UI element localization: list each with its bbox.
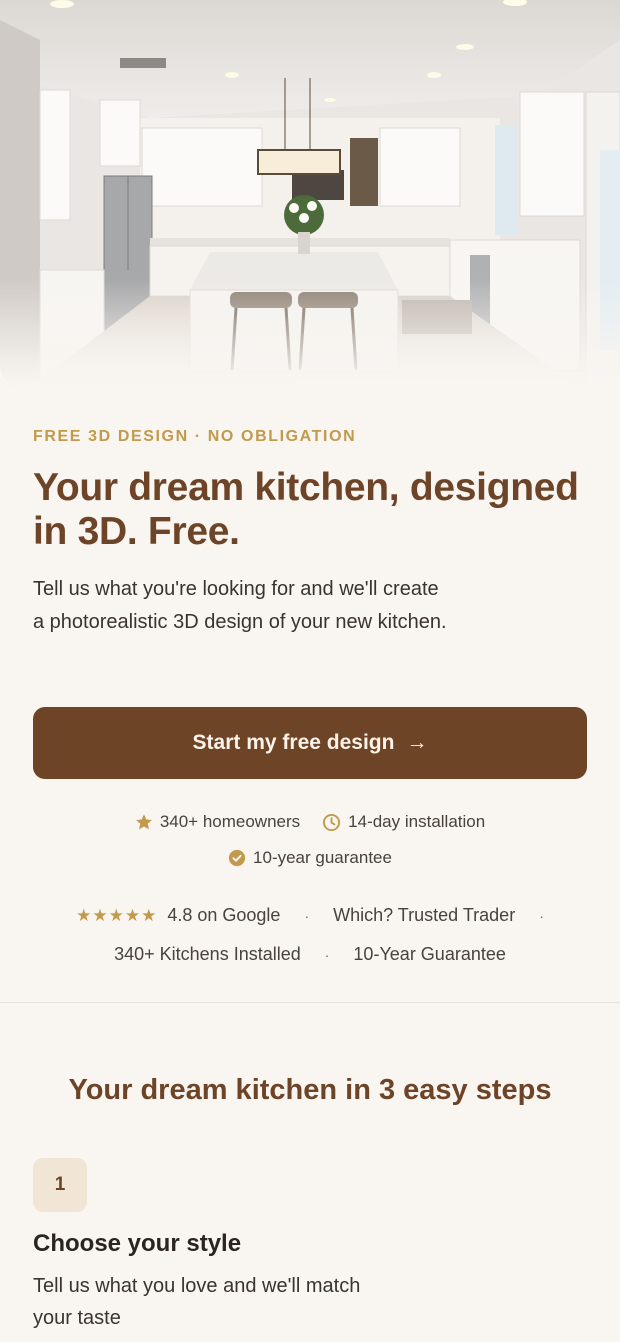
badge-label: 10-year guarantee	[253, 848, 392, 867]
check-circle-icon	[228, 849, 246, 867]
arrow-right-icon: →	[406, 731, 428, 754]
google-rating-text: 4.8 on Google	[167, 905, 281, 925]
step-number-badge: 1	[33, 1158, 87, 1212]
ten-year-guarantee: 10-Year Guarantee	[353, 944, 506, 964]
page-headline: Your dream kitchen, designed in 3D. Free…	[33, 466, 579, 553]
badges-row-1: 340+ homeowners 14-day installation	[0, 812, 620, 832]
badge-label: 340+ homeowners	[159, 812, 301, 831]
rating-stars-icon: ★★★★★	[76, 905, 158, 925]
badge-installation: 14-day installation	[322, 812, 485, 832]
badge-homeowners: 340+ homeowners	[135, 812, 300, 832]
kitchens-installed: 340+ Kitchens Installed	[114, 944, 301, 964]
which-trusted-trader: Which? Trusted Trader	[333, 905, 516, 925]
eyebrow-text: FREE 3D DESIGN · NO OBLIGATION	[33, 428, 357, 445]
trust-row-1: ★★★★★ 4.8 on Google · Which? Trusted Tra…	[0, 905, 620, 926]
badge-label: 14-day installation	[348, 812, 486, 831]
start-free-design-button[interactable]: Start my free design →	[33, 707, 587, 779]
badges-row-2: 10-year guarantee	[0, 848, 620, 868]
badge-guarantee: 10-year guarantee	[228, 848, 392, 868]
hero-fade-overlay	[0, 278, 620, 388]
hero-subtext: Tell us what you're looking for and we'l…	[33, 578, 447, 633]
separator-dot: ·	[539, 907, 544, 924]
step-title: Choose your style	[33, 1230, 242, 1257]
google-rating: ★★★★★ 4.8 on Google	[76, 905, 280, 926]
separator-dot: ·	[304, 907, 310, 924]
steps-section-title: Your dream kitchen in 3 easy steps	[68, 1074, 552, 1106]
cta-label: Start my free design	[192, 731, 395, 754]
step-description: Tell us what you love and we'll match yo…	[33, 1275, 361, 1329]
section-divider	[0, 1002, 620, 1003]
trust-row-2: 340+ Kitchens Installed · 10-Year Guaran…	[0, 944, 620, 965]
separator-dot: ·	[324, 946, 330, 963]
clock-icon	[323, 813, 341, 831]
hero-image	[0, 0, 620, 388]
star-icon	[135, 814, 152, 830]
